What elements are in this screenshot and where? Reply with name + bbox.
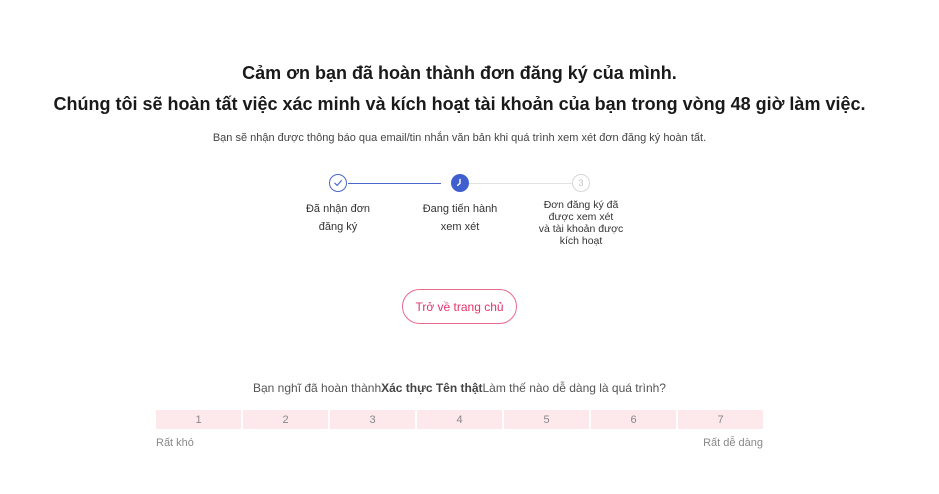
- step-2-label: Đang tiến hành xem xét: [410, 200, 510, 236]
- step-3-indicator: 3: [572, 174, 590, 192]
- step-3-number: 3: [578, 178, 584, 188]
- step-1-label-line: đăng ký: [318, 221, 358, 233]
- rating-option-7[interactable]: 7: [678, 410, 763, 429]
- registration-complete-page: Cảm ơn bạn đã hoàn thành đơn đăng ký của…: [0, 0, 939, 494]
- rating-low-label: Rất khó: [156, 437, 194, 449]
- rating-option-5[interactable]: 5: [504, 410, 591, 429]
- verification-heading: Chúng tôi sẽ hoàn tất việc xác minh và k…: [53, 94, 866, 114]
- step-2-label-line: Đang tiến hành: [422, 203, 498, 215]
- survey-question-topic: Xác thực Tên thật: [381, 381, 483, 395]
- step-1-label-line: Đã nhận đơn: [305, 203, 371, 215]
- step-1-label: Đã nhận đơn đăng ký: [288, 200, 388, 236]
- rating-option-2[interactable]: 2: [243, 410, 330, 429]
- rating-option-4[interactable]: 4: [417, 410, 504, 429]
- step-3-label-line: được xem xét: [548, 211, 614, 223]
- step-connector-completed: [348, 183, 441, 184]
- rating-option-1[interactable]: 1: [156, 410, 243, 429]
- rating-option-3[interactable]: 3: [330, 410, 417, 429]
- step-2-label-line: xem xét: [440, 221, 480, 233]
- step-3-label-line: Đơn đăng ký đã: [543, 199, 619, 211]
- step-2-indicator: [451, 174, 469, 192]
- step-3-label: Đơn đăng ký đã được xem xét và tài khoản…: [531, 199, 631, 247]
- rating-high-label: Rất dễ dàng: [703, 437, 763, 449]
- step-3-label-line: và tài khoản được: [538, 223, 624, 235]
- rating-scale: 1 2 3 4 5 6 7: [156, 410, 763, 429]
- clock-icon: [456, 178, 461, 187]
- step-1-indicator: [329, 174, 347, 192]
- thanks-heading: Cảm ơn bạn đã hoàn thành đơn đăng ký của…: [242, 63, 677, 83]
- progress-stepper: 3 Đã nhận đơn đăng ký Đang tiến hành xem…: [0, 174, 939, 264]
- survey-question: Bạn nghĩ đã hoàn thànhXác thực Tên thậtL…: [0, 380, 919, 396]
- back-to-home-button[interactable]: Trở về trang chủ: [402, 289, 517, 324]
- notification-notice: Bạn sẽ nhận được thông báo qua email/tin…: [212, 132, 707, 144]
- step-connector-pending: [469, 183, 572, 184]
- step-3-label-line: kích hoạt: [559, 235, 603, 247]
- rating-option-6[interactable]: 6: [591, 410, 678, 429]
- check-icon: [334, 179, 342, 187]
- survey-question-prefix: Bạn nghĩ đã hoàn thành: [253, 381, 382, 395]
- survey-question-suffix: Làm thế nào dễ dàng là quá trình?: [482, 381, 666, 395]
